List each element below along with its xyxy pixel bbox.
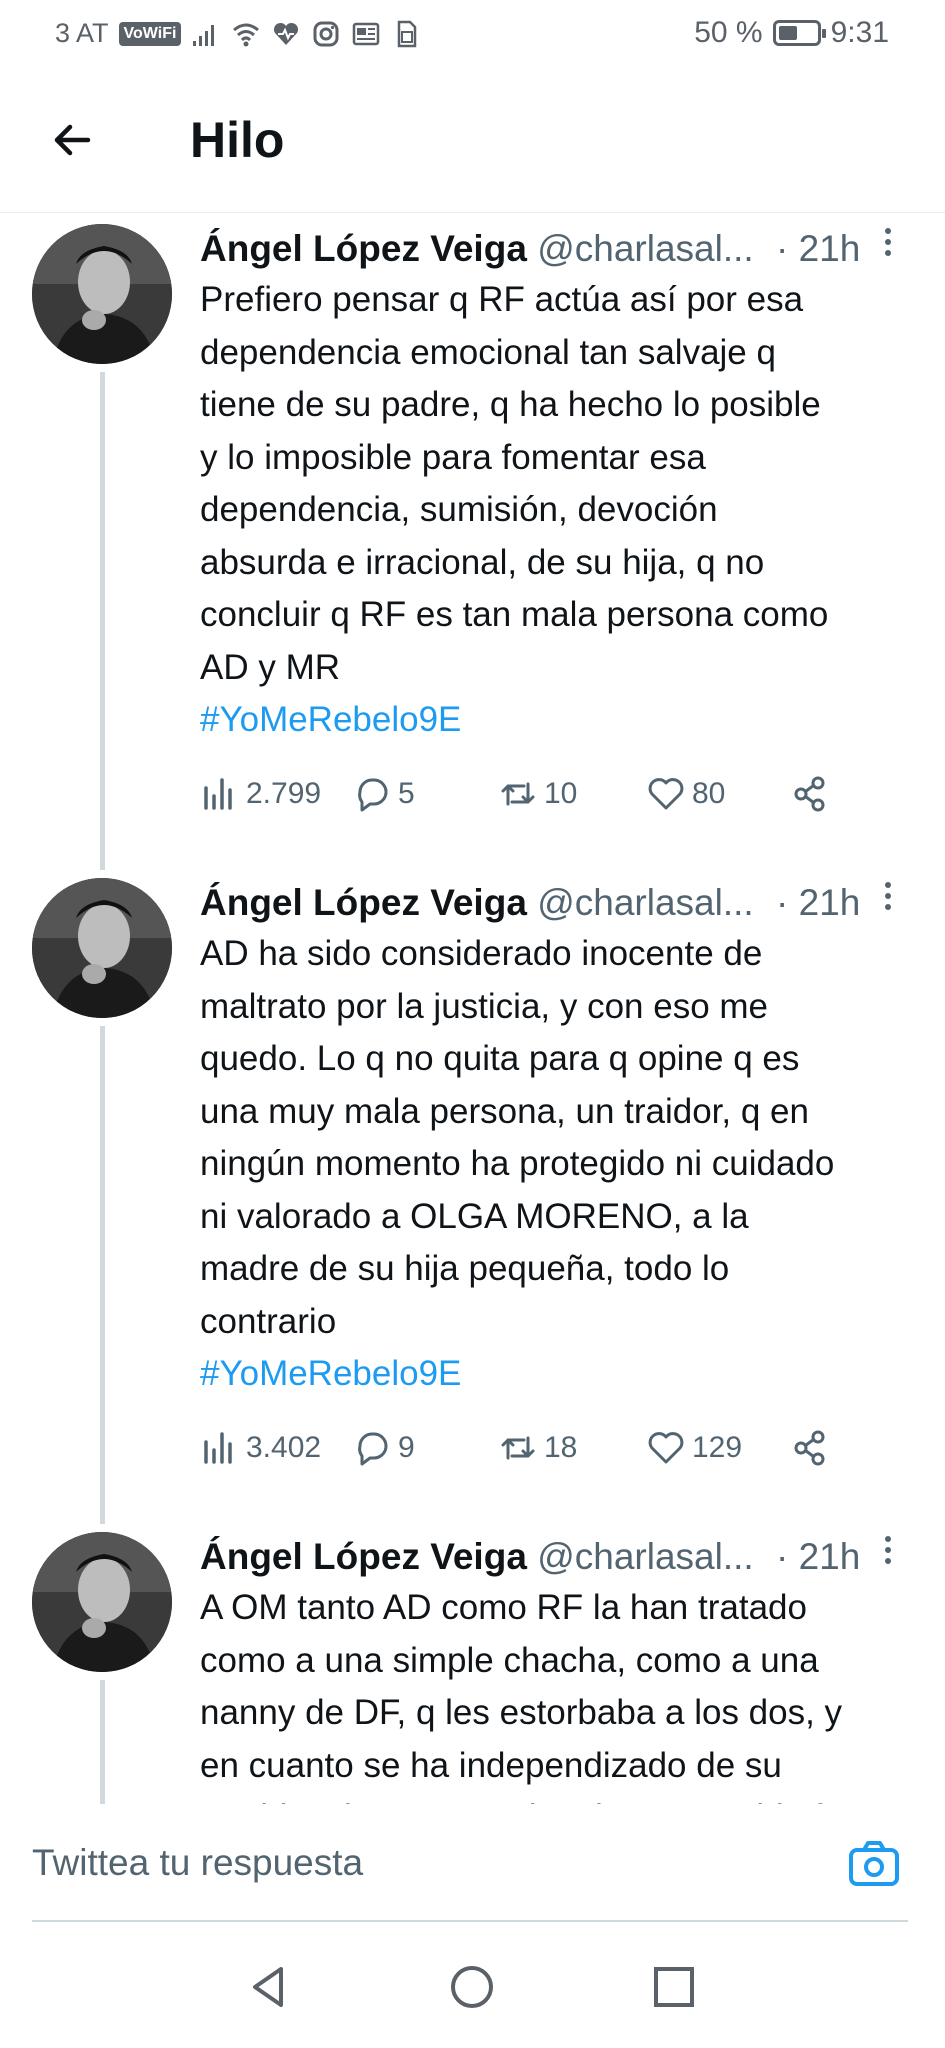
tweet[interactable]: Ángel López Veiga @charlasal... · 21h AD… xyxy=(0,866,945,1520)
page-title: Hilo xyxy=(190,112,285,168)
back-button[interactable] xyxy=(44,112,100,168)
system-navigation-bar xyxy=(0,1921,945,2048)
hashtag-link[interactable]: #YoMeRebelo9E xyxy=(200,694,461,746)
retweet-icon xyxy=(501,1436,535,1460)
tweet[interactable]: Ángel López Veiga @charlasal... · 21h Pr… xyxy=(0,212,945,866)
reply-placeholder: Twittea tu respuesta xyxy=(32,1842,364,1883)
health-icon xyxy=(274,22,299,45)
views-button[interactable]: 2.799 xyxy=(200,768,321,820)
retweet-button[interactable]: 18 xyxy=(498,1422,577,1474)
tweet-text: A OM tanto AD como RF la han tratado com… xyxy=(200,1588,893,1804)
reply-count: 9 xyxy=(398,1431,415,1464)
reply-icon xyxy=(358,1432,388,1466)
tweet-time: · 21h xyxy=(776,228,861,269)
clock: 9:31 xyxy=(830,16,889,49)
instagram-icon xyxy=(313,21,339,46)
avatar[interactable] xyxy=(32,224,172,364)
avatar[interactable] xyxy=(32,878,172,1018)
profile-photo xyxy=(32,224,172,364)
reply-composer: Twittea tu respuesta xyxy=(0,1804,945,1922)
carrier-label: 3 AT xyxy=(55,18,109,48)
share-button[interactable] xyxy=(790,768,830,820)
views-count: 2.799 xyxy=(246,777,322,810)
tweet-time: · 21h xyxy=(776,882,861,923)
tweet-text: AD ha sido considerado inocente de maltr… xyxy=(200,934,835,1341)
like-button[interactable]: 129 xyxy=(646,1422,742,1474)
retweet-count: 18 xyxy=(544,1431,578,1464)
share-button[interactable] xyxy=(790,1422,830,1474)
vowifi-badge: VoWiFi xyxy=(118,21,182,46)
camera-icon[interactable] xyxy=(848,1840,900,1888)
author-handle[interactable]: @charlasal... xyxy=(537,228,753,269)
reply-input[interactable]: Twittea tu respuesta xyxy=(32,1804,908,1922)
news-icon xyxy=(353,22,380,45)
retweet-button[interactable]: 10 xyxy=(498,768,577,820)
signal-icon xyxy=(193,24,215,46)
heart-icon xyxy=(648,778,684,810)
nav-back-icon[interactable] xyxy=(245,1963,293,2011)
top-app-bar: Hilo xyxy=(0,66,945,213)
more-options-button[interactable] xyxy=(878,1536,898,1576)
tweet[interactable]: Ángel López Veiga @charlasal... · 21h A … xyxy=(0,1520,945,1804)
profile-photo xyxy=(32,1532,172,1672)
tweet-actions: 2.799 5 10 80 xyxy=(200,768,900,820)
share-icon xyxy=(794,776,825,812)
like-count: 129 xyxy=(692,1431,743,1464)
tweet-header: Ángel López Veiga @charlasal... · 21h xyxy=(200,1532,890,1582)
share-icon xyxy=(794,1430,825,1466)
reply-button[interactable]: 5 xyxy=(352,768,415,820)
author-handle[interactable]: @charlasal... xyxy=(537,882,753,923)
retweet-count: 10 xyxy=(544,777,578,810)
nav-recents-icon[interactable] xyxy=(650,1963,698,2011)
views-button[interactable]: 3.402 xyxy=(200,1422,321,1474)
author-handle[interactable]: @charlasal... xyxy=(537,1536,753,1577)
author-name[interactable]: Ángel López Veiga xyxy=(200,1536,527,1577)
analytics-icon xyxy=(204,1432,232,1464)
reply-count: 5 xyxy=(398,777,415,810)
like-button[interactable]: 80 xyxy=(646,768,725,820)
sim-icon xyxy=(398,20,417,47)
battery-icon xyxy=(772,20,826,46)
author-name[interactable]: Ángel López Veiga xyxy=(200,882,527,923)
more-options-button[interactable] xyxy=(878,882,898,922)
nav-home-icon[interactable] xyxy=(448,1963,496,2011)
more-options-button[interactable] xyxy=(878,228,898,268)
analytics-icon xyxy=(204,778,232,810)
thread-list[interactable]: Ángel López Veiga @charlasal... · 21h Pr… xyxy=(0,212,945,1804)
tweet-time: · 21h xyxy=(776,1536,861,1577)
battery-fill xyxy=(778,26,797,40)
profile-photo xyxy=(32,878,172,1018)
retweet-icon xyxy=(501,782,535,806)
reply-icon xyxy=(358,778,388,812)
tweet-text: Prefiero pensar q RF actúa así por esa d… xyxy=(200,280,829,687)
views-count: 3.402 xyxy=(246,1431,322,1464)
arrow-left-icon xyxy=(54,124,91,156)
status-right: 50 % 9:31 xyxy=(694,16,889,50)
reply-button[interactable]: 9 xyxy=(352,1422,415,1474)
like-count: 80 xyxy=(692,777,726,810)
heart-icon xyxy=(648,1432,684,1464)
hashtag-link[interactable]: #YoMeRebelo9E xyxy=(200,1348,461,1400)
status-left: 3 AT VoWiFi xyxy=(55,18,421,49)
tweet-header: Ángel López Veiga @charlasal... · 21h xyxy=(200,878,890,928)
wifi-icon xyxy=(233,23,260,46)
tweet-header: Ángel López Veiga @charlasal... · 21h xyxy=(200,224,890,274)
tweet-actions: 3.402 9 18 129 xyxy=(200,1422,900,1474)
battery-percent: 50 % xyxy=(694,16,763,49)
status-bar: 3 AT VoWiFi 50 % 9:31 xyxy=(0,0,945,66)
author-name[interactable]: Ángel López Veiga xyxy=(200,228,527,269)
avatar[interactable] xyxy=(32,1532,172,1672)
